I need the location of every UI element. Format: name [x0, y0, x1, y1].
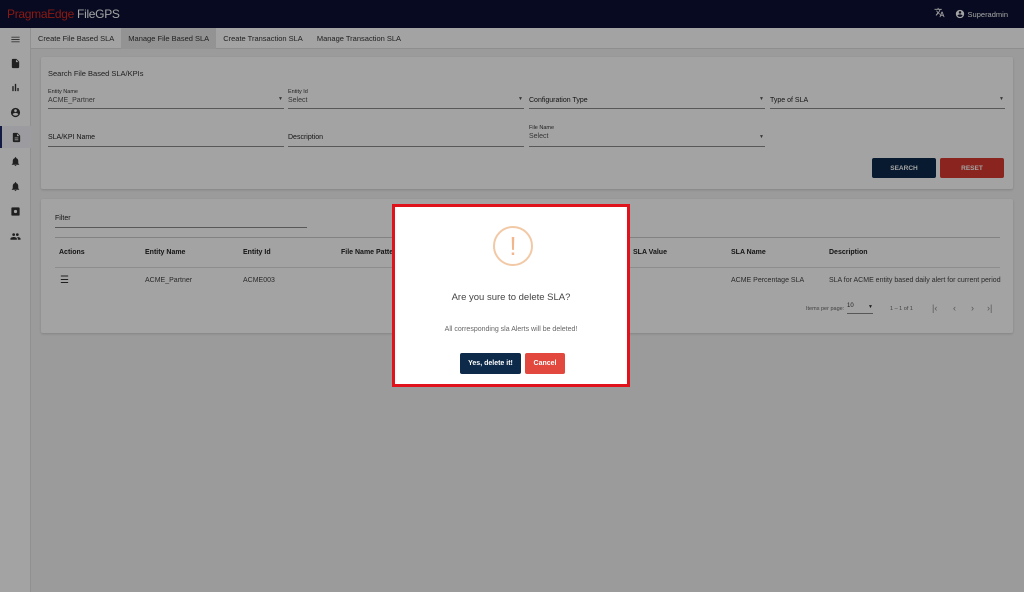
delete-confirmation-dialog: ! Are you sure to delete SLA? All corres… [392, 204, 630, 387]
confirm-delete-button[interactable]: Yes, delete it! [460, 353, 521, 374]
dialog-title: Are you sure to delete SLA? [451, 292, 571, 303]
cancel-button[interactable]: Cancel [525, 353, 565, 374]
warning-icon: ! [493, 226, 533, 266]
dialog-message: All corresponding sla Alerts will be del… [444, 326, 578, 333]
